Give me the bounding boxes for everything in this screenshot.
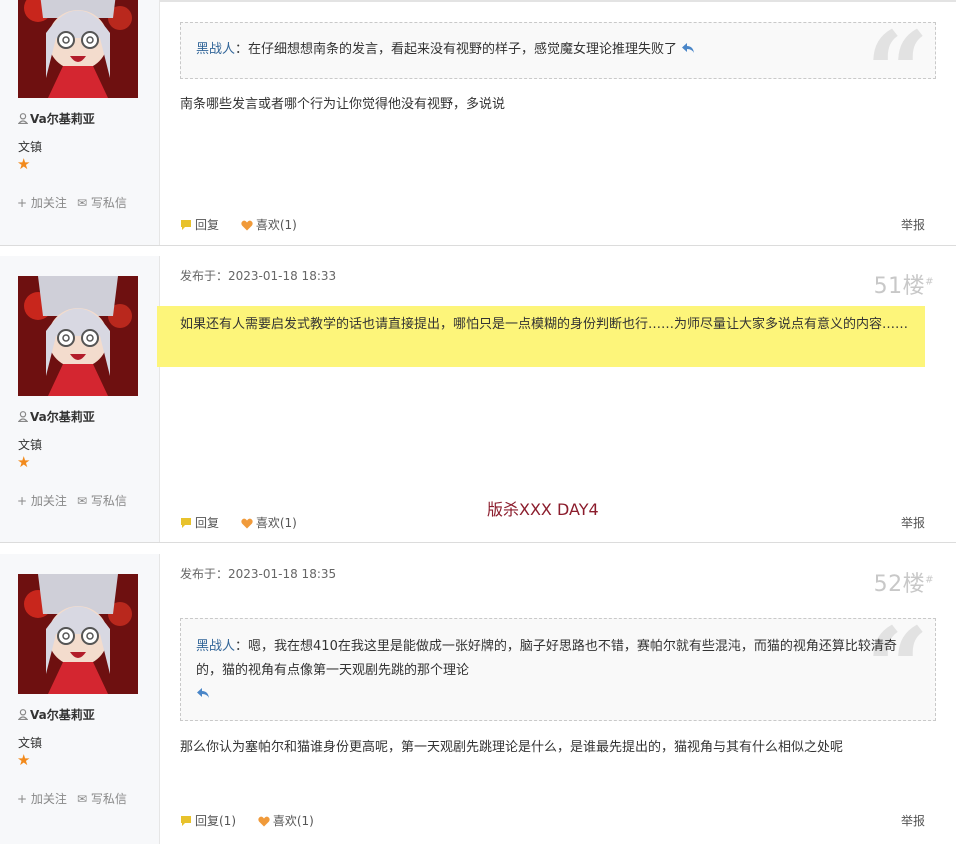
reply-label: 回复 (195, 218, 220, 232)
report-button[interactable]: 举报 (901, 514, 925, 531)
quote-text: 嗯，我在想410在我这里是能做成一张好牌的，脑子好思路也不错，赛帕尔就有些混沌，… (196, 639, 897, 678)
floor-mark: # (925, 276, 934, 288)
username-label: Va尔基莉亚 (30, 410, 95, 424)
post-timestamp: 发布于：2023-01-18 18:33 (180, 269, 337, 283)
plus-icon: + (17, 792, 31, 806)
post-2: Va尔基莉亚 文镇 ★ + 加关注 ✉ 写私信 发布于：2023-01-18 1… (0, 256, 956, 543)
like-button[interactable]: 喜欢(1) (241, 216, 297, 233)
private-message-button[interactable]: ✉ 写私信 (77, 194, 127, 211)
star-icon: ★ (17, 453, 31, 471)
like-label: 喜欢(1) (255, 516, 297, 530)
pm-label: 写私信 (90, 196, 127, 210)
quote-block: “ 黑战人：嗯，我在想410在我这里是能做成一张好牌的，脑子好思路也不错，赛帕尔… (180, 618, 936, 721)
post-actions: 回复 喜欢(1) (180, 514, 315, 531)
star-icon: ★ (17, 751, 31, 769)
reply-label: 回复(1) (195, 814, 236, 828)
quote-author[interactable]: 黑战人 (196, 639, 235, 654)
floor-mark: # (925, 574, 934, 586)
avatar[interactable] (18, 574, 138, 694)
follow-label: 加关注 (30, 494, 67, 508)
comment-icon (181, 220, 191, 230)
overlay-caption: 版杀XXX DAY4 (487, 500, 599, 519)
username[interactable]: Va尔基莉亚 (18, 110, 95, 127)
pm-label: 写私信 (90, 494, 127, 508)
heart-icon (241, 518, 253, 529)
post-body: 如果还有人需要启发式教学的话也请直接提出，哪怕只是一点模糊的身份判断也行……为师… (180, 317, 909, 332)
quote-text-wrap: 黑战人：嗯，我在想410在我这里是能做成一张好牌的，脑子好思路也不错，赛帕尔就有… (196, 635, 921, 707)
quote-text: 在仔细想想南条的发言，看起来没有视野的样子，感觉魔女理论推理失败了 (248, 42, 678, 57)
private-message-button[interactable]: ✉ 写私信 (77, 492, 127, 509)
report-button[interactable]: 举报 (901, 216, 925, 233)
floor-label: 51楼 (873, 274, 926, 299)
reply-label: 回复 (195, 516, 220, 530)
quote-author[interactable]: 黑战人 (196, 42, 235, 57)
like-label: 喜欢(1) (255, 218, 297, 232)
heart-icon (258, 816, 270, 827)
follow-label: 加关注 (30, 792, 67, 806)
quote-mark-icon: “ (866, 23, 929, 78)
post-actions: 回复 喜欢(1) (180, 216, 315, 233)
user-rank: 文镇 (18, 736, 43, 750)
post-body: 那么你认为塞帕尔和猫谁身份更高呢，第一天观剧先跳理论是什么，是谁最先提出的，猫视… (180, 740, 844, 755)
comment-icon (181, 816, 191, 826)
avatar[interactable] (18, 276, 138, 396)
plus-icon: + (17, 494, 31, 508)
post-timestamp: 发布于：2023-01-18 18:35 (180, 567, 337, 581)
like-button[interactable]: 喜欢(1) (258, 812, 314, 829)
post-body: 南条哪些发言或者哪个行为让你觉得他没有视野，多说说 (180, 97, 506, 112)
comment-icon (181, 518, 191, 528)
user-rank: 文镇 (18, 140, 43, 154)
floor-number[interactable]: 51楼# (874, 268, 934, 300)
floor-label: 52楼 (873, 572, 926, 597)
quote-separator: ： (235, 639, 249, 654)
post-1: Va尔基莉亚 文镇 ★ + 加关注 ✉ 写私信 “ 黑战人：在仔细想想南条的发言… (0, 0, 956, 246)
heart-icon (241, 220, 253, 231)
plus-icon: + (17, 196, 31, 210)
quote-block: “ 黑战人：在仔细想想南条的发言，看起来没有视野的样子，感觉魔女理论推理失败了 (180, 22, 936, 79)
post-actions: 回复(1) 喜欢(1) (180, 812, 332, 829)
username-label: Va尔基莉亚 (30, 112, 95, 126)
mail-icon: ✉ (77, 196, 91, 210)
follow-label: 加关注 (30, 196, 67, 210)
reply-arrow-icon[interactable] (681, 41, 695, 55)
user-icon (18, 411, 28, 422)
follow-button[interactable]: + 加关注 (17, 790, 67, 807)
star-icon: ★ (17, 155, 31, 173)
private-message-button[interactable]: ✉ 写私信 (77, 790, 127, 807)
follow-button[interactable]: + 加关注 (17, 492, 67, 509)
mail-icon: ✉ (77, 792, 91, 806)
like-label: 喜欢(1) (272, 814, 314, 828)
username[interactable]: Va尔基莉亚 (18, 408, 95, 425)
username[interactable]: Va尔基莉亚 (18, 706, 95, 723)
pm-label: 写私信 (90, 792, 127, 806)
username-label: Va尔基莉亚 (30, 708, 95, 722)
reply-button[interactable]: 回复 (180, 216, 219, 233)
reply-arrow-icon[interactable] (196, 686, 210, 700)
quote-separator: ： (235, 42, 249, 57)
floor-number[interactable]: 52楼# (874, 566, 934, 598)
user-icon (18, 113, 28, 124)
follow-button[interactable]: + 加关注 (17, 194, 67, 211)
quote-text-wrap: 黑战人：在仔细想想南条的发言，看起来没有视野的样子，感觉魔女理论推理失败了 (196, 38, 865, 62)
reply-button[interactable]: 回复(1) (180, 812, 236, 829)
avatar[interactable] (18, 0, 138, 98)
post-3: Va尔基莉亚 文镇 ★ + 加关注 ✉ 写私信 发布于：2023-01-18 1… (0, 554, 956, 844)
user-rank: 文镇 (18, 438, 43, 452)
reply-button[interactable]: 回复 (180, 514, 219, 531)
user-icon (18, 709, 28, 720)
report-button[interactable]: 举报 (901, 812, 925, 829)
like-button[interactable]: 喜欢(1) (241, 514, 297, 531)
mail-icon: ✉ (77, 494, 91, 508)
